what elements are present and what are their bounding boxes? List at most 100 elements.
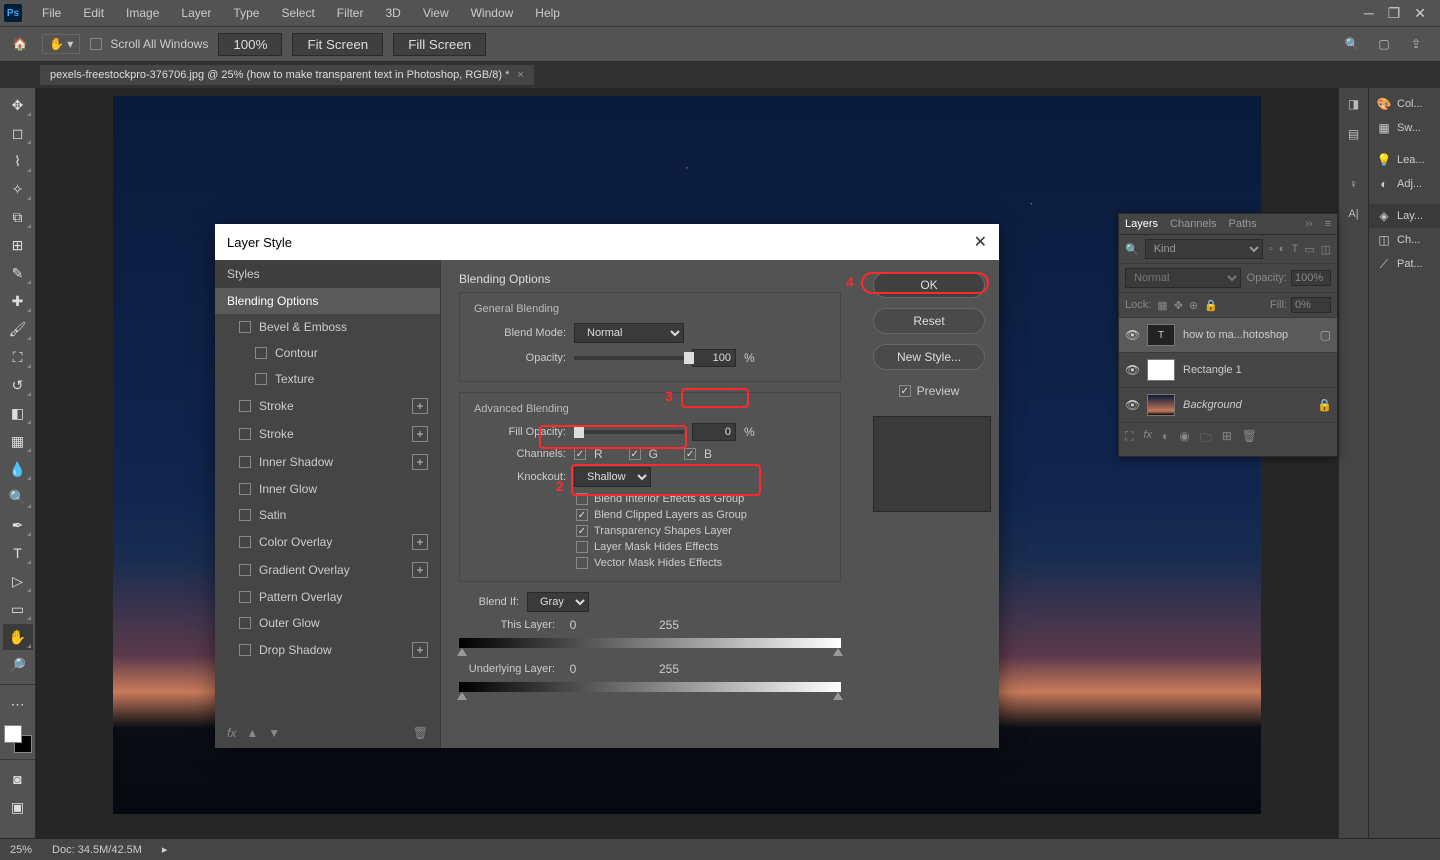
sidebar-outer-glow[interactable]: Outer Glow bbox=[215, 610, 440, 636]
menu-select[interactable]: Select bbox=[271, 2, 324, 24]
lock-all-icon[interactable]: 🔒 bbox=[1204, 299, 1218, 312]
sidebar-contour[interactable]: Contour bbox=[215, 340, 440, 366]
eraser-tool[interactable]: ◧ bbox=[3, 400, 33, 426]
hand-tool-indicator[interactable]: ✋ ▾ bbox=[42, 34, 80, 54]
layer-mask-hides-checkbox[interactable] bbox=[576, 541, 588, 553]
properties-panel-icon[interactable]: ▤ bbox=[1344, 124, 1364, 144]
transparency-shapes-checkbox[interactable] bbox=[576, 525, 588, 537]
vector-mask-hides-checkbox[interactable] bbox=[576, 557, 588, 569]
sidebar-inner-shadow[interactable]: Inner Shadow+ bbox=[215, 448, 440, 476]
blendif-select[interactable]: Gray bbox=[527, 592, 589, 612]
menu-help[interactable]: Help bbox=[525, 2, 570, 24]
menu-3d[interactable]: 3D bbox=[375, 2, 410, 24]
mask-icon[interactable]: ◐ bbox=[1162, 429, 1169, 450]
visibility-icon[interactable]: 👁 bbox=[1125, 328, 1139, 342]
opacity-slider[interactable] bbox=[574, 356, 684, 360]
sidebar-head-styles[interactable]: Styles bbox=[215, 260, 440, 288]
menu-type[interactable]: Type bbox=[223, 2, 269, 24]
ok-button[interactable]: OK bbox=[873, 272, 985, 298]
zoom-tool[interactable]: 🔎 bbox=[3, 652, 33, 678]
shape-tool[interactable]: ▭ bbox=[3, 596, 33, 622]
gradient-tool[interactable]: ▦ bbox=[3, 428, 33, 454]
learn-tab[interactable]: 💡Lea... bbox=[1369, 148, 1440, 172]
lock-pixels-icon[interactable]: ▦ bbox=[1157, 299, 1167, 312]
window-restore-icon[interactable]: ❐ bbox=[1388, 5, 1401, 22]
status-zoom[interactable]: 25% bbox=[10, 844, 32, 856]
add-icon[interactable]: + bbox=[412, 454, 428, 470]
new-layer-icon[interactable]: ⊞ bbox=[1222, 429, 1232, 450]
menu-layer[interactable]: Layer bbox=[171, 2, 221, 24]
swatches-tab[interactable]: ▦Sw... bbox=[1369, 116, 1440, 140]
close-tab-icon[interactable]: × bbox=[517, 69, 523, 81]
fill-opacity-input[interactable] bbox=[692, 423, 736, 441]
menu-image[interactable]: Image bbox=[116, 2, 169, 24]
channel-r-checkbox[interactable] bbox=[574, 448, 586, 460]
sidebar-texture[interactable]: Texture bbox=[215, 366, 440, 392]
filter-pixel-icon[interactable]: ▫ bbox=[1269, 243, 1273, 256]
quick-select-tool[interactable]: ✧ bbox=[3, 176, 33, 202]
healing-tool[interactable]: ✚ bbox=[3, 288, 33, 314]
menu-file[interactable]: File bbox=[32, 2, 71, 24]
link-icon[interactable]: ▢ bbox=[1320, 328, 1331, 342]
status-chevron-icon[interactable]: ▸ bbox=[162, 843, 168, 856]
dodge-tool[interactable]: 🔍 bbox=[3, 484, 33, 510]
underlying-layer-gradient[interactable] bbox=[459, 682, 841, 692]
search-icon[interactable]: 🔍 bbox=[1342, 34, 1362, 54]
sidebar-stroke-1[interactable]: Stroke+ bbox=[215, 392, 440, 420]
fill-opacity-slider[interactable] bbox=[574, 430, 684, 434]
hand-tool[interactable]: ✋ bbox=[3, 624, 33, 650]
menu-filter[interactable]: Filter bbox=[327, 2, 374, 24]
share-icon[interactable]: ⇪ bbox=[1406, 34, 1426, 54]
document-tab[interactable]: pexels-freestockpro-376706.jpg @ 25% (ho… bbox=[40, 65, 534, 85]
preview-checkbox[interactable] bbox=[899, 385, 911, 397]
pen-tool[interactable]: ✒ bbox=[3, 512, 33, 538]
sidebar-drop-shadow[interactable]: Drop Shadow+ bbox=[215, 636, 440, 664]
color-tab[interactable]: 🎨Col... bbox=[1369, 92, 1440, 116]
marquee-tool[interactable]: ◻ bbox=[3, 120, 33, 146]
channel-g-checkbox[interactable] bbox=[629, 448, 641, 460]
lasso-tool[interactable]: ⌇ bbox=[3, 148, 33, 174]
sidebar-blending-options[interactable]: Blending Options bbox=[215, 288, 440, 314]
layer-filter-select[interactable]: Kind bbox=[1145, 239, 1263, 259]
history-brush-tool[interactable]: ↺ bbox=[3, 372, 33, 398]
adjustments-tab[interactable]: ◐Adj... bbox=[1369, 172, 1440, 196]
type-tool[interactable]: T bbox=[3, 540, 33, 566]
filter-smart-icon[interactable]: ◫ bbox=[1321, 243, 1331, 256]
lock-artboard-icon[interactable]: ⊕ bbox=[1189, 299, 1198, 312]
menu-view[interactable]: View bbox=[413, 2, 459, 24]
fit-screen-button[interactable]: Fit Screen bbox=[292, 33, 383, 56]
stamp-tool[interactable]: ⛶ bbox=[3, 344, 33, 370]
channel-b-checkbox[interactable] bbox=[684, 448, 696, 460]
sidebar-gradient-overlay[interactable]: Gradient Overlay+ bbox=[215, 556, 440, 584]
sidebar-color-overlay[interactable]: Color Overlay+ bbox=[215, 528, 440, 556]
character-panel-icon[interactable]: A| bbox=[1344, 204, 1364, 224]
fx-icon[interactable]: fx bbox=[1143, 429, 1152, 450]
opacity-input[interactable] bbox=[692, 349, 736, 367]
trash-icon[interactable]: 🗑 bbox=[413, 726, 428, 740]
sidebar-inner-glow[interactable]: Inner Glow bbox=[215, 476, 440, 502]
group-icon[interactable]: 🗀 bbox=[1200, 429, 1212, 450]
quick-mask-icon[interactable]: ◙ bbox=[3, 766, 33, 792]
paths-tab[interactable]: ⟋Pat... bbox=[1369, 252, 1440, 276]
blur-tool[interactable]: 💧 bbox=[3, 456, 33, 482]
add-icon[interactable]: + bbox=[412, 642, 428, 658]
move-tool[interactable]: ✥ bbox=[3, 92, 33, 118]
screen-mode-icon[interactable]: ▣ bbox=[3, 794, 33, 820]
layers-panel-tab-channels[interactable]: Channels bbox=[1170, 218, 1216, 230]
zoom-level-button[interactable]: 100% bbox=[218, 33, 282, 56]
add-icon[interactable]: + bbox=[412, 426, 428, 442]
home-icon[interactable]: 🏠 bbox=[8, 32, 32, 56]
libraries-panel-icon[interactable]: ♀ bbox=[1344, 174, 1364, 194]
layer-item-text[interactable]: 👁 T how to ma...hotoshop ▢ bbox=[1119, 318, 1337, 353]
layers-panel-tab-paths[interactable]: Paths bbox=[1229, 218, 1257, 230]
window-minimize-icon[interactable]: ─ bbox=[1364, 5, 1374, 22]
fx-menu-icon[interactable]: fx bbox=[227, 726, 236, 740]
panel-menu-icon[interactable]: ≡ bbox=[1325, 218, 1331, 230]
move-down-icon[interactable]: ▼ bbox=[268, 726, 280, 740]
channels-tab[interactable]: ◫Ch... bbox=[1369, 228, 1440, 252]
sidebar-stroke-2[interactable]: Stroke+ bbox=[215, 420, 440, 448]
foreground-background-colors[interactable] bbox=[4, 725, 32, 753]
brush-tool[interactable]: 🖌 bbox=[3, 316, 33, 342]
crop-tool[interactable]: ⧉ bbox=[3, 204, 33, 230]
knockout-select[interactable]: Shallow bbox=[574, 467, 651, 487]
